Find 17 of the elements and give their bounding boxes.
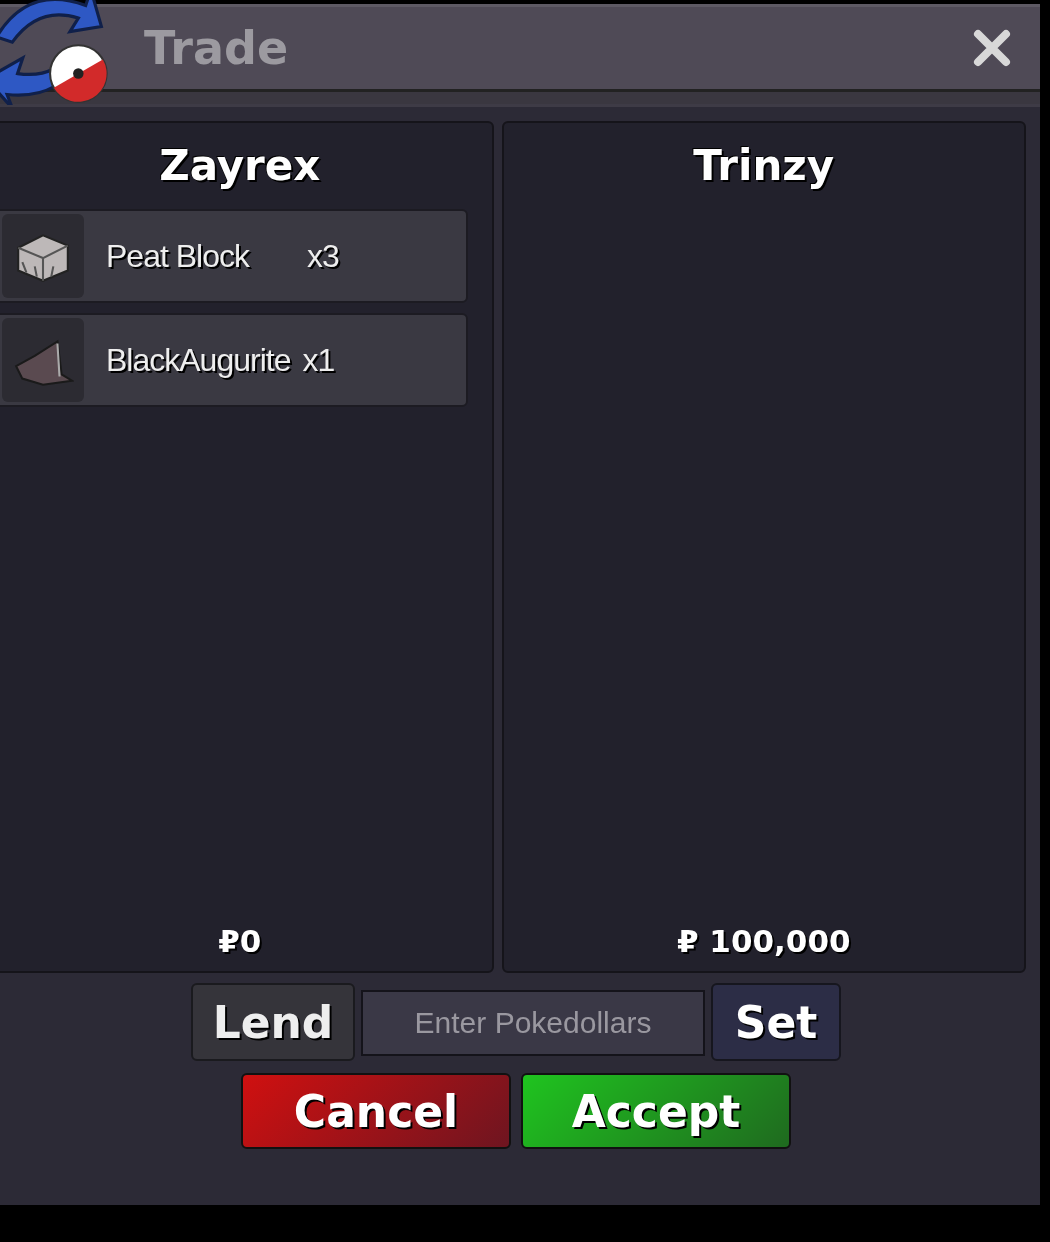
item-name: Peat Block: [106, 237, 249, 275]
item-slot[interactable]: BlackAugurite x1: [0, 313, 468, 407]
money-amount: ₽0: [217, 923, 263, 961]
item-slot[interactable]: Peat Block x3: [0, 209, 468, 303]
window-title: Trade: [144, 21, 289, 75]
item-quantity: x1: [302, 341, 335, 379]
close-icon[interactable]: [972, 28, 1012, 68]
player-name: Trinzy: [692, 140, 836, 192]
cancel-button[interactable]: Cancel: [241, 1073, 511, 1149]
money-input-field[interactable]: Enter Pokedollars: [361, 990, 705, 1056]
item-name: BlackAugurite: [106, 341, 291, 379]
accept-button[interactable]: Accept: [521, 1073, 791, 1149]
player-name: Zayrex: [158, 140, 322, 192]
item-quantity: x3: [306, 237, 339, 275]
set-button[interactable]: Set: [711, 983, 841, 1061]
money-amount: ₽ 100,000: [676, 923, 852, 961]
lend-button[interactable]: Lend: [191, 983, 355, 1061]
